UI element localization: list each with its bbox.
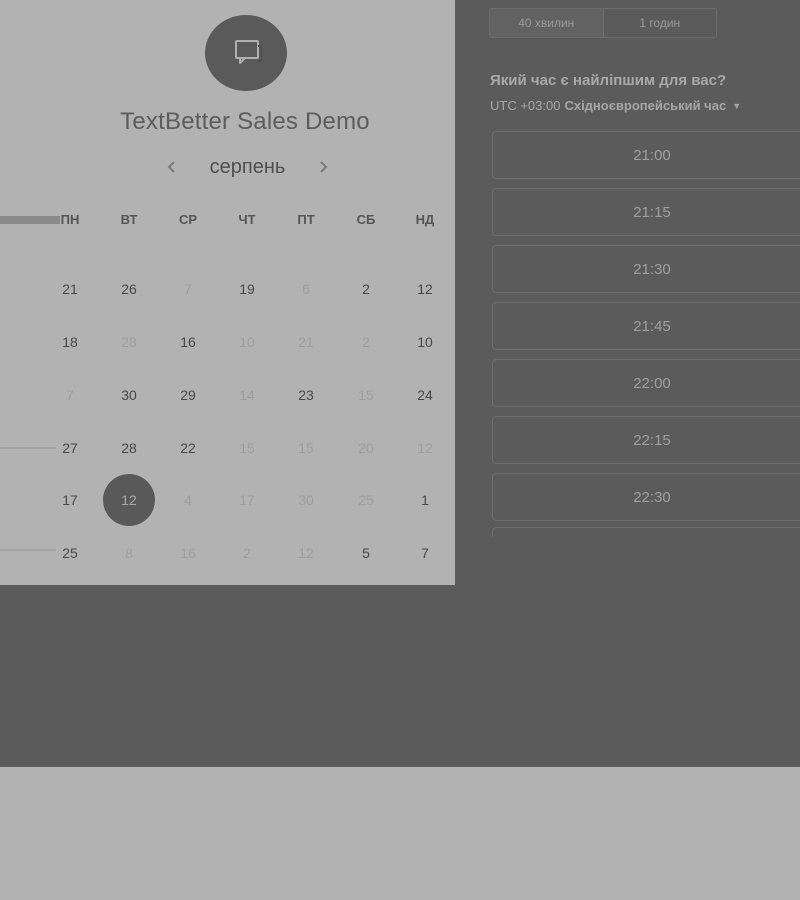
time-slot-button[interactable]: 21:30 [492, 245, 800, 293]
time-selection-panel: 40 хвилин 1 годин Який час є найліпшим д… [455, 0, 800, 585]
calendar-day: 2 [362, 334, 370, 350]
time-slot-button[interactable]: 22:30 [492, 473, 800, 521]
calendar-day: 7 [66, 387, 74, 403]
timezone-offset: UTC +03:00 [490, 98, 561, 113]
weekday-label: ПТ [297, 212, 315, 227]
calendar-day: 14 [239, 387, 255, 403]
calendar-panel: TextBetter Sales Demo серпень ПН ВТ СР ЧТ ПТ… [0, 0, 455, 585]
weekday-label: НД [415, 212, 435, 227]
page-background [0, 767, 800, 900]
logo [205, 15, 287, 91]
next-month-button[interactable] [311, 155, 335, 179]
weekday-label: ВТ [120, 212, 138, 227]
time-slot-partial[interactable] [492, 527, 800, 537]
calendar-day[interactable]: 22 [163, 423, 213, 473]
calendar-day: 30 [298, 492, 314, 508]
calendar-day: 4 [184, 492, 192, 508]
page-title: TextBetter Sales Demo [120, 108, 370, 135]
time-slot-button[interactable]: 22:15 [492, 416, 800, 464]
chevron-right-icon [320, 161, 328, 173]
weekday-label: ПН [60, 212, 80, 227]
month-navigation: серпень [160, 150, 335, 184]
duration-tab-1h[interactable]: 1 годин [604, 9, 717, 37]
calendar-day[interactable]: 10 [400, 317, 450, 367]
calendar-day: 25 [358, 492, 374, 508]
calendar-day[interactable]: 7 [400, 528, 450, 578]
calendar-day: 20 [358, 440, 374, 456]
time-slot-button[interactable]: 21:45 [492, 302, 800, 350]
calendar-day: 8 [125, 545, 133, 561]
calendar-day: 12 [417, 440, 433, 456]
chat-bubble-icon [235, 40, 262, 64]
calendar-day: 2 [243, 545, 251, 561]
calendar-day: 21 [298, 334, 314, 350]
timezone-selector[interactable]: UTC +03:00 Східноєвропейський час ▼ [490, 98, 741, 113]
prev-month-button[interactable] [160, 155, 184, 179]
calendar-day: 15 [298, 440, 314, 456]
calendar-day: 15 [239, 440, 255, 456]
chevron-left-icon [167, 161, 175, 173]
calendar-day[interactable]: 26 [104, 264, 154, 314]
calendar-day[interactable]: 19 [222, 264, 272, 314]
calendar-day[interactable]: 30 [104, 370, 154, 420]
calendar-day[interactable]: 21 [45, 264, 95, 314]
calendar-day: 16 [180, 545, 196, 561]
calendar-day[interactable]: 5 [341, 528, 391, 578]
calendar-day: 12 [298, 545, 314, 561]
calendar-day[interactable]: 23 [281, 370, 331, 420]
caret-down-icon: ▼ [732, 100, 742, 111]
time-question: Який час є найліпшим для вас? [490, 72, 727, 89]
timezone-name: Східноєвропейський час [564, 98, 727, 113]
calendar-day[interactable]: 28 [104, 423, 154, 473]
calendar-day: 7 [184, 281, 192, 297]
calendar-day: 10 [239, 334, 255, 350]
weekday-label: СР [178, 212, 198, 227]
weekday-label: СБ [356, 212, 376, 227]
calendar-day: 15 [358, 387, 374, 403]
footer-band [0, 585, 800, 767]
duration-selector: 40 хвилин 1 годин [489, 8, 717, 38]
calendar-day[interactable]: 18 [45, 317, 95, 367]
calendar-day[interactable]: 25 [45, 528, 95, 578]
selected-day[interactable]: 12 [103, 474, 155, 526]
calendar-day[interactable]: 12 [400, 264, 450, 314]
calendar-day[interactable]: 2 [341, 264, 391, 314]
time-slot-button[interactable]: 22:00 [492, 359, 800, 407]
calendar-day[interactable]: 24 [400, 370, 450, 420]
calendar-day[interactable]: 16 [163, 317, 213, 367]
time-slot-button[interactable]: 21:15 [492, 188, 800, 236]
weekday-label: ЧТ [238, 212, 256, 227]
calendar-day[interactable]: 27 [45, 423, 95, 473]
duration-tab-40min[interactable]: 40 хвилин [490, 9, 604, 37]
calendar-day: 6 [302, 281, 310, 297]
calendar-day: 17 [239, 492, 255, 508]
month-label: серпень [209, 155, 286, 178]
time-slot-button[interactable]: 21:00 [492, 131, 800, 179]
calendar-day[interactable]: 29 [163, 370, 213, 420]
calendar-day[interactable]: 1 [400, 475, 450, 525]
calendar-day[interactable]: 17 [45, 475, 95, 525]
calendar-day: 28 [121, 334, 137, 350]
